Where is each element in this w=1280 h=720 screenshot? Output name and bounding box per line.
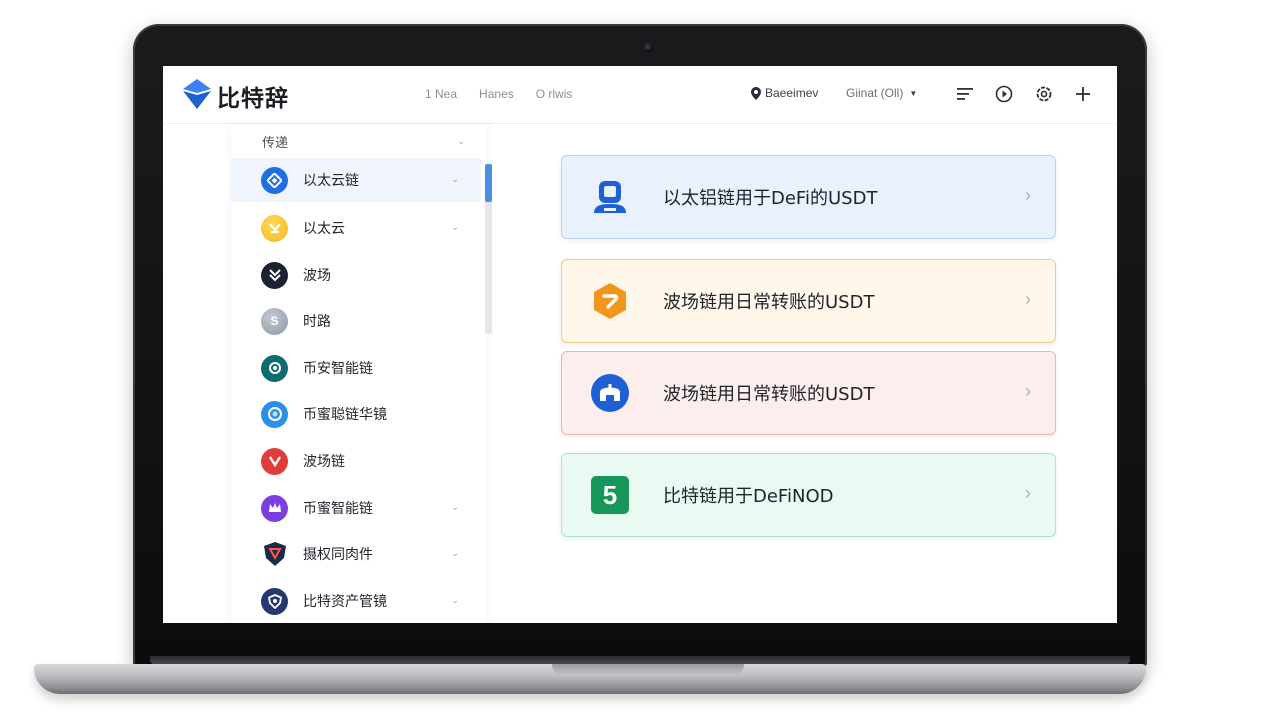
laptop-notch: [552, 664, 744, 676]
play-circle-icon[interactable]: [993, 83, 1015, 105]
webcam: [644, 43, 653, 52]
sidebar-header[interactable]: 传递 ⌄: [231, 124, 487, 158]
chevron-right-icon: ›: [1025, 185, 1031, 205]
user-terminal-icon: [590, 177, 630, 217]
chevron-down-icon: ⌄: [457, 135, 465, 146]
chevron-right-icon: ›: [1025, 381, 1031, 401]
plus-icon[interactable]: [1072, 83, 1094, 105]
sidebar-item-label: 波场链: [303, 454, 345, 470]
sidebar-item-label: 以太云: [303, 221, 345, 237]
purple-crown-icon: [261, 494, 288, 522]
sidebar-item-bnb-chain[interactable]: 币安智能链: [231, 346, 481, 390]
sidebar-item-bee-smart-chain[interactable]: 币蜜智能链 ⌄: [231, 486, 481, 530]
green-five-icon-label: 5: [602, 479, 618, 510]
card-title: 以太铝链用于DeFi的USDT: [663, 188, 878, 209]
nav-links: 1 Nea Hanes O rlwis: [425, 87, 572, 101]
teal-node-icon: [261, 354, 288, 382]
diamond-logo-icon[interactable]: [183, 79, 211, 109]
chain-card-tron-daily[interactable]: 波场链用日常转账的USDT ›: [561, 351, 1056, 435]
sidebar-item-tron[interactable]: 波场: [231, 253, 481, 297]
sidebar-item-label: 以太云链: [303, 173, 359, 189]
double-chevron-icon: [261, 261, 288, 289]
sidebar-item-label: 币蜜聪链华镜: [303, 407, 387, 423]
ethereum-chain-icon: [261, 166, 288, 194]
map-pin-icon: [751, 86, 761, 100]
chain-card-ethereum-defi[interactable]: 以太铝链用于DeFi的USDT ›: [561, 155, 1056, 239]
sidebar-item-ethereum-chain[interactable]: 以太云链 ⌄: [231, 158, 481, 202]
green-five-icon: 5: [590, 475, 630, 515]
brand-name[interactable]: 比特辞: [217, 79, 289, 113]
screen: 比特辞 1 Nea Hanes O rlwis Baeeimev Giinat …: [163, 66, 1117, 623]
sidebar-item-label: 比特资产管镜: [303, 594, 387, 610]
sidebar-item-tron-chain[interactable]: 波场链: [231, 439, 481, 483]
chain-card-tron-transfer[interactable]: 波场链用日常转账的USDT ›: [561, 259, 1056, 343]
chevron-down-icon: ⌄: [451, 595, 459, 605]
location-selector[interactable]: Baeeimev: [751, 86, 818, 100]
shield-badge-icon: [261, 541, 288, 568]
nav-link-1[interactable]: 1 Nea: [425, 87, 457, 101]
laptop-hinge: [150, 656, 1130, 664]
card-title: 波场链用日常转账的USDT: [663, 292, 875, 313]
sidebar-item-label: 摄权同肉件: [303, 547, 373, 563]
chevron-right-icon: ›: [1025, 483, 1031, 503]
nav-link-2[interactable]: Hanes: [479, 87, 514, 101]
card-title: 比特链用于DeFiNOD: [663, 486, 834, 507]
chevron-down-icon: ⌄: [451, 174, 459, 184]
caret-down-icon: ▼: [909, 88, 918, 98]
language-label: Giinat (Oll): [846, 86, 904, 100]
sidebar-item-label: 波场: [303, 268, 331, 284]
sidebar-header-label: 传递: [262, 134, 289, 150]
gold-coin-icon: [261, 214, 288, 242]
card-title: 波场链用日常转账的USDT: [663, 384, 875, 405]
sidebar-item-route[interactable]: S 时路: [231, 299, 481, 343]
sidebar-item-label: 币安智能链: [303, 361, 373, 377]
chevron-right-icon: ›: [1025, 289, 1031, 309]
sidebar-item-bee-chain[interactable]: 币蜜聪链华镜: [231, 392, 481, 436]
chevron-down-icon: ⌄: [451, 502, 459, 512]
language-selector[interactable]: Giinat (Oll) ▼: [846, 86, 917, 100]
settings-icon[interactable]: [1033, 83, 1055, 105]
navy-shield-icon: [261, 587, 288, 615]
blue-arch-icon: [590, 373, 630, 413]
chevron-down-icon: ⌄: [451, 222, 459, 232]
location-label: Baeeimev: [765, 86, 819, 100]
blue-ring-icon: [261, 400, 288, 428]
sidebar-item-label: 币蜜智能链: [303, 501, 373, 517]
menu-icon[interactable]: [955, 83, 977, 105]
grey-coin-icon: S: [261, 307, 288, 335]
sidebar-scrollbar-thumb[interactable]: [485, 164, 492, 202]
sidebar-item-rights[interactable]: 摄权同肉件 ⌄: [231, 532, 481, 576]
sidebar-item-ethereum-cloud[interactable]: 以太云 ⌄: [231, 206, 481, 250]
chevron-down-icon: ⌄: [451, 548, 459, 558]
sidebar-item-bitcoin-assets[interactable]: 比特资产管镜 ⌄: [231, 579, 481, 623]
sidebar: 传递 ⌄ 以太云链 ⌄ 以太云 ⌄ 波场 S 时路 币安智能链 币蜜聪链华镜 波…: [231, 124, 487, 623]
nav-link-3[interactable]: O rlwis: [536, 87, 573, 101]
chain-card-bitcoin-defi[interactable]: 5 比特链用于DeFiNOD ›: [561, 453, 1056, 537]
orange-hexagon-icon: [590, 281, 630, 321]
red-shield-icon: [261, 447, 288, 475]
sidebar-item-label: 时路: [303, 314, 331, 330]
top-bar: 比特辞 1 Nea Hanes O rlwis Baeeimev Giinat …: [163, 66, 1117, 124]
